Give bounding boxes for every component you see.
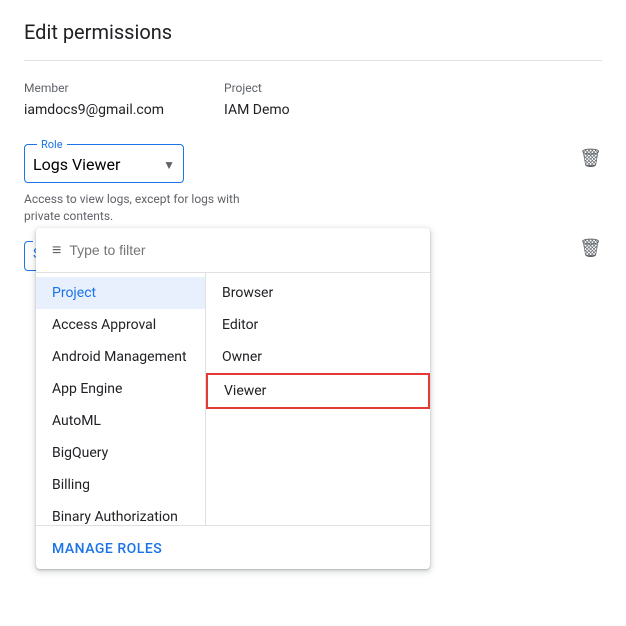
dropdown-overlay: ≡ ProjectAccess ApprovalAndroid Manageme… xyxy=(36,228,430,569)
left-item-billing[interactable]: Billing xyxy=(36,469,205,501)
second-delete-button[interactable]: 🗑 xyxy=(579,238,602,259)
left-item-project[interactable]: Project xyxy=(36,277,205,309)
right-column: BrowserEditorOwnerViewer xyxy=(206,273,430,525)
left-item-automl[interactable]: AutoML xyxy=(36,405,205,437)
first-delete-button[interactable]: 🗑 xyxy=(579,148,602,169)
right-item-editor[interactable]: Editor xyxy=(206,309,430,341)
project-value: IAM Demo xyxy=(224,102,290,118)
member-field-group: Member iamdocs9@gmail.com xyxy=(24,81,164,118)
role-fieldset-legend: Role xyxy=(37,138,67,151)
left-item-binary-authorization[interactable]: Binary Authorization xyxy=(36,501,205,525)
member-project-row: Member iamdocs9@gmail.com Project IAM De… xyxy=(24,81,602,118)
dropdown-columns: ProjectAccess ApprovalAndroid Management… xyxy=(36,273,430,525)
role-fieldset: Role Logs Viewer ▼ xyxy=(24,138,184,183)
left-item-bigquery[interactable]: BigQuery xyxy=(36,437,205,469)
left-item-app-engine[interactable]: App Engine xyxy=(36,373,205,405)
manage-roles-row: MANAGE ROLES xyxy=(36,525,430,569)
filter-icon: ≡ xyxy=(52,240,61,260)
left-column: ProjectAccess ApprovalAndroid Management… xyxy=(36,273,206,525)
project-field-group: Project IAM Demo xyxy=(224,81,290,118)
left-item-access-approval[interactable]: Access Approval xyxy=(36,309,205,341)
project-label: Project xyxy=(224,81,290,95)
right-item-browser[interactable]: Browser xyxy=(206,277,430,309)
page-title: Edit permissions xyxy=(24,20,602,61)
role-dropdown-arrow[interactable]: ▼ xyxy=(163,158,175,172)
role-selected-value: Logs Viewer xyxy=(33,155,120,174)
left-item-android-management[interactable]: Android Management xyxy=(36,341,205,373)
role-row: Role Logs Viewer ▼ xyxy=(24,138,602,183)
filter-input[interactable] xyxy=(69,242,414,258)
manage-roles-link[interactable]: MANAGE ROLES xyxy=(52,541,162,557)
role-section: Role Logs Viewer ▼ Access to view logs, … xyxy=(24,138,602,225)
role-description: Access to view logs, except for logs wit… xyxy=(24,191,264,225)
filter-row: ≡ xyxy=(36,228,430,273)
page-container: Edit permissions Member iamdocs9@gmail.c… xyxy=(0,0,626,626)
right-item-viewer[interactable]: Viewer xyxy=(206,373,430,409)
member-value: iamdocs9@gmail.com xyxy=(24,102,164,118)
right-item-owner[interactable]: Owner xyxy=(206,341,430,373)
member-label: Member xyxy=(24,81,164,95)
